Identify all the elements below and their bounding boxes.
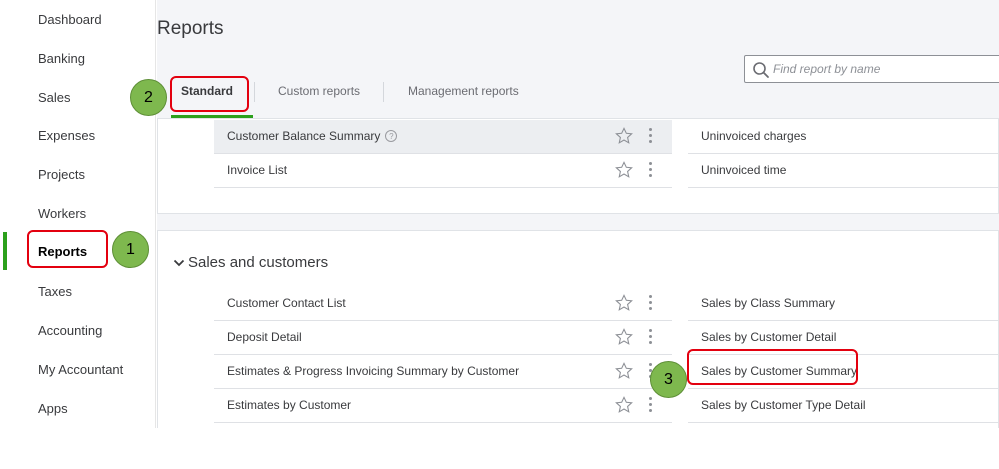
- sidebar-item-workers[interactable]: Workers: [38, 206, 86, 221]
- more-options-icon[interactable]: [648, 329, 654, 347]
- report-link[interactable]: Estimates by Customer: [227, 398, 351, 412]
- report-row-estimates-progress-invoicing[interactable]: Estimates & Progress Invoicing Summary b…: [214, 355, 672, 389]
- more-options-icon[interactable]: [648, 162, 654, 180]
- favorite-star-icon[interactable]: [615, 362, 633, 380]
- favorite-star-icon[interactable]: [615, 127, 633, 145]
- sidebar-item-projects[interactable]: Projects: [38, 167, 85, 182]
- page-title: Reports: [157, 18, 224, 39]
- report-link[interactable]: Sales by Customer Type Detail: [701, 398, 866, 412]
- favorite-star-icon[interactable]: [615, 396, 633, 414]
- sidebar-item-sales[interactable]: Sales: [38, 90, 71, 105]
- left-nav-sidebar: Dashboard Banking Sales Expenses Project…: [3, 0, 156, 428]
- report-row-sales-by-customer-type-detail[interactable]: Sales by Customer Type Detail: [688, 389, 999, 423]
- report-link[interactable]: Customer Contact List: [227, 296, 346, 310]
- report-row-invoice-list[interactable]: Invoice List: [214, 154, 672, 188]
- report-row-customer-balance-summary[interactable]: Customer Balance Summary?: [214, 120, 672, 154]
- tab-divider: [383, 82, 384, 102]
- report-link[interactable]: Sales by Customer Detail: [701, 330, 836, 344]
- report-link[interactable]: Deposit Detail: [227, 330, 302, 344]
- chevron-down-icon[interactable]: [173, 258, 185, 268]
- more-options-icon[interactable]: [648, 128, 654, 146]
- tab-management-reports[interactable]: Management reports: [408, 84, 519, 98]
- report-link[interactable]: Customer Balance Summary: [227, 129, 380, 143]
- report-row-customer-contact-list[interactable]: Customer Contact List: [214, 287, 672, 321]
- section-title[interactable]: Sales and customers: [188, 254, 328, 271]
- sidebar-item-my-accountant[interactable]: My Accountant: [38, 362, 123, 377]
- callout-highlight-reports: [27, 230, 108, 268]
- callout-highlight-standard-tab: [170, 76, 249, 112]
- step-badge-2: 2: [130, 79, 167, 116]
- sidebar-item-accounting[interactable]: Accounting: [38, 323, 102, 338]
- sidebar-item-banking[interactable]: Banking: [38, 51, 85, 66]
- callout-highlight-sales-by-customer-summary: [687, 349, 858, 385]
- favorite-star-icon[interactable]: [615, 294, 633, 312]
- more-options-icon[interactable]: [648, 295, 654, 313]
- report-row-uninvoiced-time[interactable]: Uninvoiced time: [688, 154, 999, 188]
- report-row-uninvoiced-charges[interactable]: Uninvoiced charges: [688, 120, 999, 154]
- report-link[interactable]: Estimates & Progress Invoicing Summary b…: [227, 364, 519, 378]
- tab-custom-reports[interactable]: Custom reports: [278, 84, 360, 98]
- sidebar-item-taxes[interactable]: Taxes: [38, 284, 72, 299]
- step-badge-3: 3: [650, 361, 687, 398]
- bottom-whitespace: [0, 428, 999, 469]
- report-link[interactable]: Uninvoiced charges: [701, 129, 806, 143]
- tab-divider: [254, 82, 255, 102]
- report-row-estimates-by-customer[interactable]: Estimates by Customer: [214, 389, 672, 423]
- report-row-deposit-detail[interactable]: Deposit Detail: [214, 321, 672, 355]
- help-icon[interactable]: ?: [385, 130, 398, 142]
- favorite-star-icon[interactable]: [615, 328, 633, 346]
- report-link[interactable]: Uninvoiced time: [701, 163, 786, 177]
- sidebar-item-apps[interactable]: Apps: [38, 401, 68, 416]
- active-nav-indicator: [3, 232, 7, 270]
- report-link[interactable]: Invoice List: [227, 163, 287, 177]
- sidebar-item-expenses[interactable]: Expenses: [38, 128, 95, 143]
- more-options-icon[interactable]: [648, 397, 654, 415]
- sidebar-item-dashboard[interactable]: Dashboard: [38, 12, 102, 27]
- report-row-sales-by-class-summary[interactable]: Sales by Class Summary: [688, 287, 999, 321]
- favorite-star-icon[interactable]: [615, 161, 633, 179]
- report-link[interactable]: Sales by Class Summary: [701, 296, 835, 310]
- step-badge-1: 1: [112, 231, 149, 268]
